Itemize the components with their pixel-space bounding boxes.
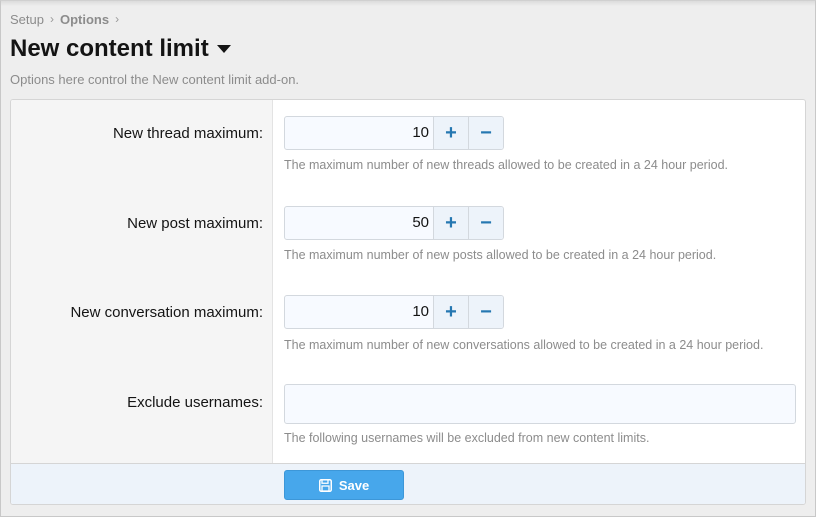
- window-frame: [0, 0, 816, 517]
